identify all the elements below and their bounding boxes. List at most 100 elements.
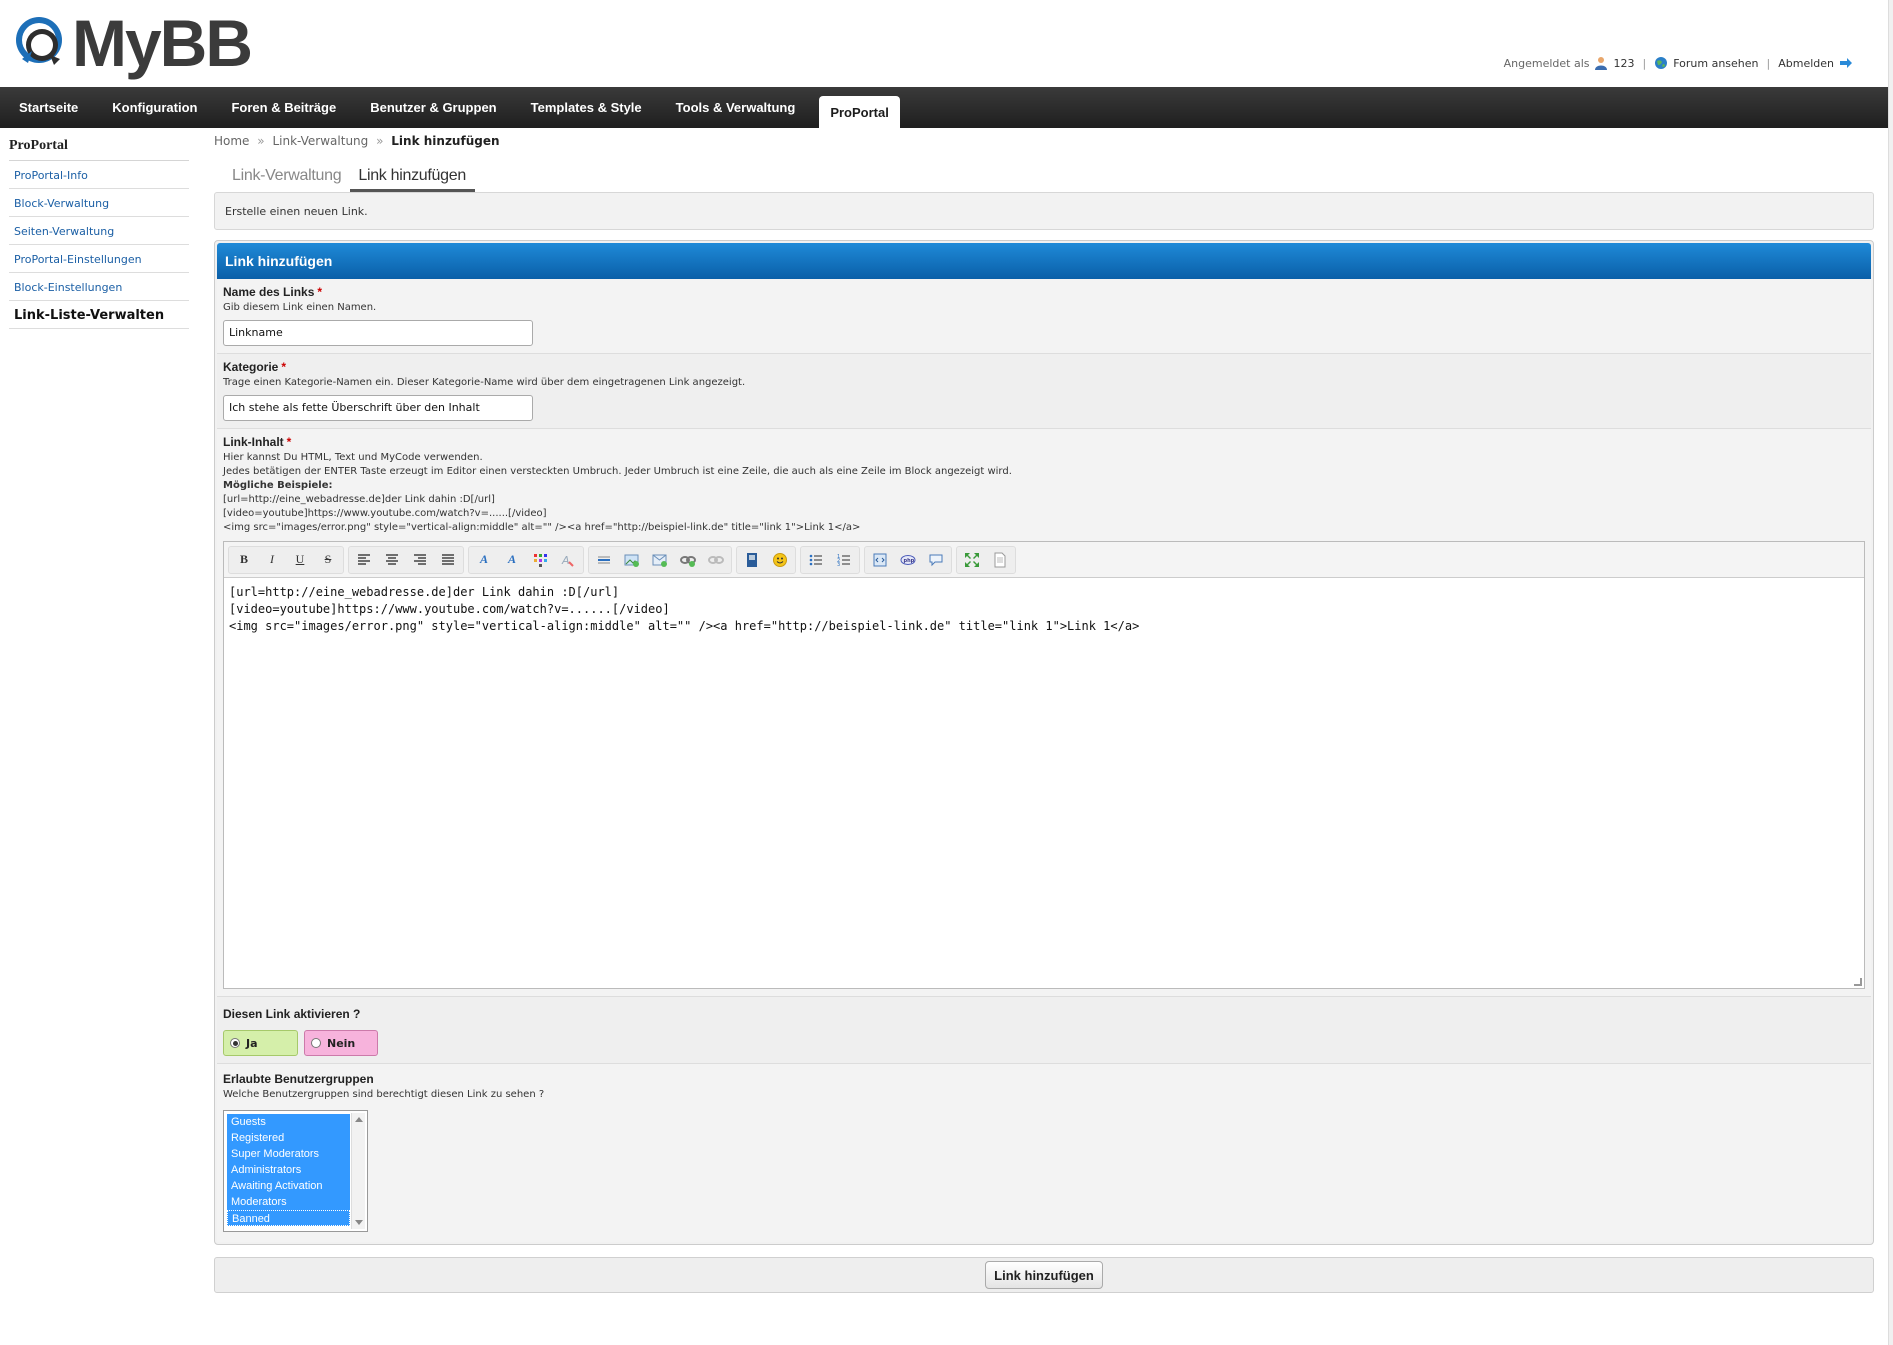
php-button[interactable]: php <box>894 547 922 573</box>
add-link-form: Link hinzufügen Name des Links * Gib dies… <box>214 240 1874 1245</box>
mycode-editor: B I U S A A A 1 2 3 php [url=http://eine… <box>223 541 1865 989</box>
nav-konfiguration[interactable]: Konfiguration <box>102 87 207 128</box>
groups-label: Erlaubte Benutzergruppen <box>223 1072 374 1086</box>
view-forum-link[interactable]: Forum ansehen <box>1673 57 1758 70</box>
tab-link-hinzufuegen[interactable]: Link hinzufügen <box>350 167 475 192</box>
mybb-logo[interactable]: MyBB <box>14 8 253 78</box>
video-icon <box>747 552 757 567</box>
submit-bar: Link hinzufügen <box>214 1257 1874 1293</box>
image-button[interactable] <box>618 547 646 573</box>
submit-button[interactable]: Link hinzufügen <box>985 1261 1103 1289</box>
speech-bubbles-icon <box>16 17 62 65</box>
sidebar-item-proportal-info[interactable]: ProPortal-Info <box>9 161 189 189</box>
logged-in-label: Angemeldet als <box>1503 56 1590 70</box>
smiley-icon <box>773 552 787 567</box>
link-button[interactable] <box>674 547 702 573</box>
radio-dot-icon <box>230 1038 240 1048</box>
activate-label: Diesen Link aktivieren ? <box>223 1007 361 1021</box>
maximize-button[interactable] <box>958 547 986 573</box>
bullet-list-button[interactable] <box>802 547 830 573</box>
breadcrumb-link-verwaltung[interactable]: Link-Verwaltung <box>272 134 368 148</box>
tab-link-verwaltung[interactable]: Link-Verwaltung <box>224 167 350 192</box>
nav-tools[interactable]: Tools & Verwaltung <box>666 87 806 128</box>
sidebar-item-proportal-einstellungen[interactable]: ProPortal-Einstellungen <box>9 245 189 273</box>
quote-button[interactable] <box>922 547 950 573</box>
sidebar-item-seiten-verwaltung[interactable]: Seiten-Verwaltung <box>9 217 189 245</box>
nav-templates[interactable]: Templates & Style <box>521 87 652 128</box>
bullet-list-icon <box>809 554 822 565</box>
option-registered[interactable]: Registered <box>227 1130 350 1146</box>
category-input[interactable]: Ich stehe als fette Überschrift über den… <box>223 395 533 421</box>
sidebar-item-block-einstellungen[interactable]: Block-Einstellungen <box>9 273 189 301</box>
category-label: Kategorie * <box>223 360 287 374</box>
code-button[interactable] <box>866 547 894 573</box>
option-super-moderators[interactable]: Super Moderators <box>227 1146 350 1162</box>
option-moderators[interactable]: Moderators <box>227 1194 350 1210</box>
main-nav: Startseite Konfiguration Foren & Beiträg… <box>0 87 1888 128</box>
category-description: Trage einen Kategorie-Namen ein. Dieser … <box>223 377 746 388</box>
option-awaiting-activation[interactable]: Awaiting Activation <box>227 1178 350 1194</box>
ordered-list-button[interactable]: 123 <box>830 547 858 573</box>
quote-bubble-icon <box>929 554 943 566</box>
align-right-button[interactable] <box>406 547 434 573</box>
align-right-icon <box>414 553 426 565</box>
italic-button[interactable]: I <box>258 547 286 573</box>
source-mode-button[interactable] <box>986 547 1014 573</box>
nav-foren[interactable]: Foren & Beiträge <box>221 87 346 128</box>
main-content: Home » Link-Verwaltung » Link hinzufügen… <box>214 134 1874 1293</box>
option-guests[interactable]: Guests <box>227 1114 350 1130</box>
emoticon-button[interactable] <box>766 547 794 573</box>
sidebar-item-block-verwaltung[interactable]: Block-Verwaltung <box>9 189 189 217</box>
activate-yes-radio[interactable]: Ja <box>223 1030 298 1056</box>
nav-benutzer[interactable]: Benutzer & Gruppen <box>360 87 506 128</box>
resize-handle[interactable] <box>1854 978 1862 986</box>
name-input[interactable]: Linkname <box>223 320 533 346</box>
content-label: Link-Inhalt * <box>223 435 292 449</box>
option-administrators[interactable]: Administrators <box>227 1162 350 1178</box>
usergroups-select[interactable]: Guests Registered Super Moderators Admin… <box>223 1110 368 1232</box>
font-size-button[interactable]: A <box>498 547 526 573</box>
email-button[interactable] <box>646 547 674 573</box>
align-left-button[interactable] <box>350 547 378 573</box>
maximize-icon <box>965 552 979 567</box>
activate-no-radio[interactable]: Nein <box>304 1030 378 1056</box>
color-grid-icon <box>534 553 547 567</box>
logout-link[interactable]: Abmelden <box>1778 57 1834 70</box>
unlink-button[interactable] <box>702 547 730 573</box>
content-row: Link-Inhalt * Hier kannst Du HTML, Text u… <box>217 429 1871 997</box>
breadcrumb-home[interactable]: Home <box>214 134 249 148</box>
strikethrough-button[interactable]: S <box>314 547 342 573</box>
scroll-up-icon <box>355 1117 363 1122</box>
option-banned[interactable]: Banned <box>227 1210 350 1226</box>
separator: | <box>1766 56 1771 70</box>
activate-radios: Ja Nein <box>223 1030 1865 1056</box>
ordered-list-icon: 123 <box>837 554 850 568</box>
editor-toolbar: B I U S A A A 1 2 3 php <box>224 542 1864 578</box>
nav-startseite[interactable]: Startseite <box>9 87 88 128</box>
content-description: Hier kannst Du HTML, Text und MyCode ver… <box>223 452 1012 533</box>
name-row: Name des Links * Gib diesem Link einen Na… <box>217 279 1871 354</box>
name-description: Gib diesem Link einen Namen. <box>223 302 377 313</box>
underline-button[interactable]: U <box>286 547 314 573</box>
header: MyBB Angemeldet als 123 | Forum ansehen … <box>0 0 1893 87</box>
video-button[interactable] <box>738 547 766 573</box>
page-scrollbar[interactable] <box>1888 0 1893 1345</box>
scroll-down-icon <box>355 1220 363 1225</box>
sidebar-title: ProPortal <box>9 134 189 161</box>
breadcrumb-separator: » <box>257 134 265 148</box>
username-link[interactable]: 123 <box>1613 57 1634 70</box>
arrow-right-icon <box>1839 56 1853 70</box>
horizontal-rule-button[interactable] <box>590 547 618 573</box>
font-button[interactable]: A <box>470 547 498 573</box>
horizontal-rule-icon <box>598 556 610 563</box>
color-button[interactable] <box>526 547 554 573</box>
select-scrollbar[interactable] <box>351 1113 365 1229</box>
code-icon <box>873 553 887 566</box>
nav-proportal[interactable]: ProPortal <box>819 96 900 128</box>
editor-textarea[interactable]: [url=http://eine_webadresse.de]der Link … <box>224 578 1864 988</box>
sidebar-item-link-liste[interactable]: Link-Liste-Verwalten <box>9 301 189 329</box>
align-center-button[interactable] <box>378 547 406 573</box>
justify-button[interactable] <box>434 547 462 573</box>
remove-format-button[interactable]: A <box>554 547 582 573</box>
bold-button[interactable]: B <box>230 547 258 573</box>
